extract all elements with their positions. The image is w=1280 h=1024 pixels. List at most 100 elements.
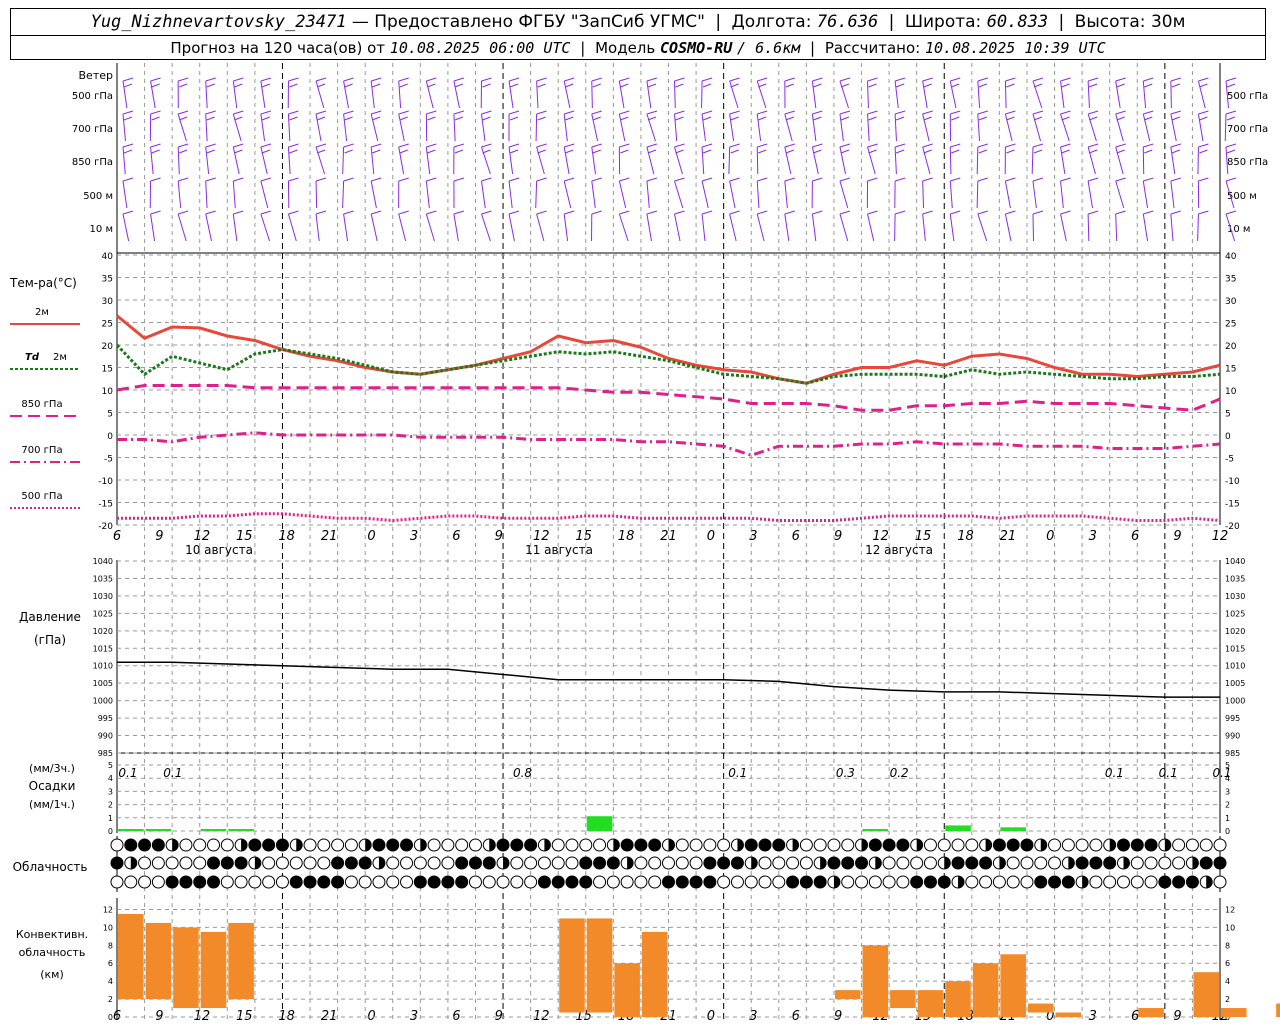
- temp-tick-label: 25: [102, 320, 113, 330]
- cloud-symbol: [110, 856, 124, 870]
- wind-barb-flag: [343, 77, 354, 82]
- wind-barb-flag: [675, 149, 684, 154]
- wind-barb-flag: [1060, 77, 1071, 82]
- wind-barb-flag: [536, 143, 547, 148]
- wind-barb: [674, 180, 684, 209]
- pressure-tick-label: 985: [98, 749, 113, 758]
- cloud-symbol-fill: [1068, 857, 1075, 869]
- wind-barb-flag: [922, 210, 933, 215]
- wind-barb-flag: [977, 177, 988, 182]
- wind-barb: [1142, 180, 1149, 209]
- wind-barb-flag: [536, 210, 547, 215]
- wind-barb-flag: [205, 110, 216, 115]
- cloud-symbol: [1144, 856, 1158, 870]
- wind-barb-flag: [481, 77, 492, 82]
- cloud-symbol: [1048, 875, 1062, 889]
- wind-barb-flag: [371, 77, 382, 82]
- wind-barb-flag: [234, 116, 243, 121]
- wind-barb: [1197, 213, 1199, 242]
- wind-barb-flag: [1032, 210, 1044, 215]
- conv-tick-label-right: 8: [1225, 941, 1230, 950]
- cloud-symbol: [1144, 875, 1158, 889]
- cloud-symbol: [634, 875, 648, 889]
- cloud-symbol: [1199, 856, 1213, 870]
- cloud-symbol: [910, 856, 924, 870]
- wind-barb-flag: [647, 116, 657, 121]
- cloud-symbol: [1006, 856, 1020, 870]
- wind-barb: [1170, 80, 1172, 109]
- wind-barb-flag: [508, 77, 520, 82]
- wind-barb: [535, 113, 538, 142]
- wind-barb-flag: [1143, 177, 1154, 182]
- wind-barb-flag: [978, 116, 988, 121]
- cloud-symbol: [262, 856, 276, 870]
- cloud-symbol: [937, 875, 951, 889]
- wind-barb-flag: [701, 177, 713, 182]
- cloud-symbol: [468, 875, 482, 889]
- wind-barb: [342, 180, 345, 209]
- wind-barb-flag: [1225, 77, 1237, 82]
- wind-barb: [536, 213, 545, 242]
- day-label: 11 августа: [525, 543, 593, 557]
- temp-tick-label-right: -10: [1225, 477, 1240, 487]
- cloud-symbol-fill: [944, 857, 951, 869]
- pressure-tick-label-right: 990: [1225, 732, 1240, 741]
- wind-barb-flag: [123, 83, 133, 88]
- cloud-symbol: [703, 875, 717, 889]
- precip-annotation: 0.1: [1212, 766, 1231, 780]
- wind-barb-flag: [509, 149, 519, 154]
- wind-barb: [894, 80, 899, 109]
- cloud-symbol: [413, 856, 427, 870]
- pressure-tick-label: 1005: [93, 679, 113, 688]
- wind-barb: [398, 80, 402, 109]
- wind-barb-flag: [481, 110, 492, 115]
- wind-barb-flag: [178, 116, 188, 121]
- conv-tick-label-right: 12: [1225, 905, 1235, 914]
- wind-barb: [536, 80, 539, 109]
- wind-barb-flag: [427, 149, 436, 154]
- hour-tick-label: 3: [410, 529, 418, 544]
- hour-tick-label: 21: [660, 529, 677, 544]
- conv-tick-label-right: 4: [1225, 977, 1230, 986]
- wind-barb-flag: [122, 177, 134, 182]
- cloud-symbol: [1048, 856, 1062, 870]
- wind-barb: [232, 80, 238, 109]
- wind-barb-flag: [1061, 116, 1070, 121]
- precip-bar: [118, 829, 144, 831]
- wind-barb: [1170, 113, 1177, 142]
- cloud-symbol: [868, 838, 882, 852]
- wind-barb-flag: [977, 143, 988, 148]
- wind-barb-flag: [1060, 210, 1071, 215]
- wind-barb: [839, 180, 849, 209]
- cloud-symbol: [799, 838, 813, 852]
- wind-barb: [674, 80, 676, 109]
- wind-barb-flag: [619, 210, 630, 215]
- wind-barb-flag: [399, 83, 408, 88]
- cloud-symbol: [496, 875, 510, 889]
- wind-barb-flag: [977, 110, 988, 115]
- wind-barb-flag: [537, 116, 546, 121]
- wind-barb-flag: [205, 143, 216, 148]
- cloud-symbol: [593, 875, 607, 889]
- precip-bar: [945, 825, 971, 831]
- cloud-symbol: [565, 875, 579, 889]
- wind-barb-flag: [178, 177, 189, 182]
- wind-barb: [177, 146, 180, 175]
- wind-barb-flag: [591, 177, 602, 182]
- cloud-symbol: [662, 875, 675, 889]
- wind-barb: [205, 80, 208, 109]
- cloud-symbol: [1172, 856, 1186, 870]
- cloud-symbol: [220, 875, 234, 889]
- precip-tick-label: 2: [108, 801, 113, 810]
- temp-tick-label: -20: [98, 522, 113, 532]
- wind-barb-flag: [289, 149, 298, 154]
- wind-barb: [232, 180, 236, 209]
- wind-barb-flag: [178, 143, 189, 148]
- precip-annotation: 0.1: [1105, 766, 1124, 780]
- cloud-symbol: [620, 838, 634, 852]
- wind-barb-flag: [1225, 110, 1237, 115]
- wind-barb-flag: [867, 210, 878, 215]
- cloud-symbol: [179, 838, 193, 852]
- wind-barb: [342, 146, 345, 175]
- cloud-symbol-fill: [1040, 839, 1047, 851]
